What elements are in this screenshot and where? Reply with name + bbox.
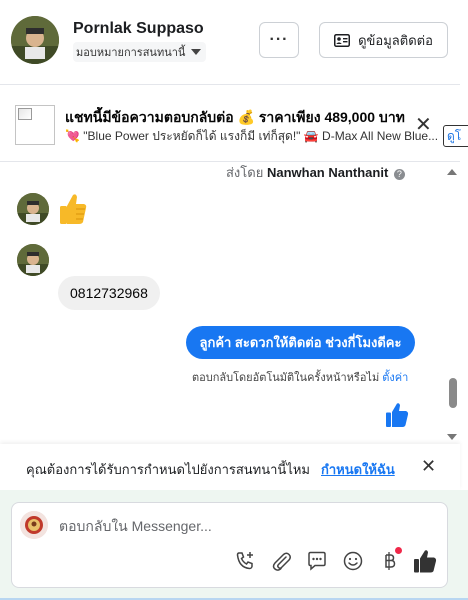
more-options-button[interactable]: ··· (259, 22, 299, 58)
outgoing-message: ลูกค้า สะดวกให้ติดต่อ ช่วงกี่โมงดีคะ (186, 326, 415, 359)
ad-subtitle: 💘 "Blue Power ประหยัดก็ได้ แรงก็มี เท่ก็… (65, 129, 439, 143)
attachment-icon[interactable] (269, 549, 293, 573)
ad-title: แชทนี้มีข้อความตอบกลับต่อ 💰 ราคาเพียง 48… (65, 109, 405, 125)
thumbs-up-emoji-icon (58, 192, 88, 231)
incoming-message: 0812732968 (58, 276, 160, 310)
phone-add-icon[interactable] (233, 549, 257, 573)
sender-name: Nanwhan Nanthanit (266, 165, 389, 180)
caret-down-icon (191, 49, 202, 55)
info-icon[interactable]: ? (393, 169, 405, 180)
view-ad-button[interactable]: ดูโ (443, 125, 468, 147)
assign-question: คุณต้องการได้รับการกำหนดไปยังการสนทนานี้… (26, 462, 310, 477)
reply-composer (11, 502, 448, 588)
assign-dropdown-label: มอบหมายการสนทนานี้ (76, 47, 186, 59)
assign-to-me-link[interactable]: กำหนดให้ฉัน (321, 459, 395, 480)
more-options-label: ··· (269, 31, 289, 48)
notification-dot (395, 547, 402, 554)
sent-by-label: ส่งโดย Nanwhan Nanthanit ? (226, 162, 405, 183)
scroll-down-arrow[interactable] (447, 434, 457, 440)
sent-by-prefix: ส่งโดย (226, 165, 264, 180)
emoji-icon[interactable] (341, 549, 365, 573)
close-icon[interactable]: ✕ (421, 456, 436, 477)
contact-name[interactable]: Pornlak Suppaso (73, 20, 204, 38)
saved-replies-icon[interactable] (305, 549, 329, 573)
scroll-up-arrow[interactable] (447, 169, 457, 175)
contact-avatar-small (17, 193, 49, 225)
ad-thumbnail (15, 105, 55, 145)
view-contact-label: ดูข้อมูลติดต่อ (358, 32, 433, 48)
view-contact-button[interactable]: ดูข้อมูลติดต่อ (319, 22, 448, 58)
reply-input[interactable] (59, 516, 419, 536)
scrollbar-thumb[interactable] (449, 378, 457, 408)
broken-image-icon (18, 108, 32, 120)
contact-avatar-small (17, 244, 49, 276)
auto-reply-settings-link[interactable]: ตั้งค่า (382, 372, 408, 384)
thumbs-up-icon (385, 402, 409, 433)
send-like-icon[interactable] (413, 549, 437, 573)
contact-avatar[interactable] (11, 16, 59, 64)
auto-reply-text: ตอบกลับโดยอัตโนมัติในครั้งหน้าหรือไม่ (192, 372, 380, 384)
assign-dropdown[interactable]: มอบหมายการสนทนานี้ (73, 42, 207, 62)
page-avatar (20, 511, 48, 539)
close-icon[interactable]: ✕ (415, 115, 432, 135)
auto-reply-prompt: ตอบกลับโดยอัตโนมัติในครั้งหน้าหรือไม่ ตั… (192, 368, 408, 386)
contact-card-icon (334, 33, 351, 47)
